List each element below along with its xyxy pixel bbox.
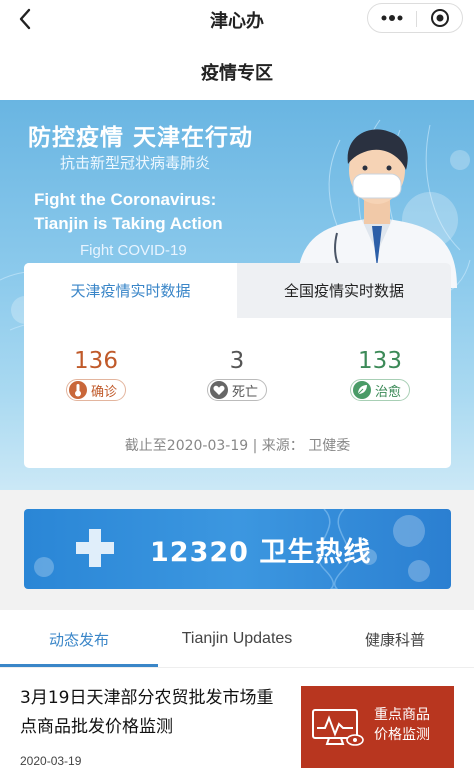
more-dots-icon	[381, 15, 403, 21]
top-bar: 津心办	[0, 0, 474, 40]
hotline-text: 12320 卫生热线	[150, 537, 372, 568]
article-list-item[interactable]: 3月19日天津部分农贸批发市场重点商品批发价格监测 2020-03-19 重点商…	[0, 668, 474, 781]
banner-subtitle-cn: 抗击新型冠状病毒肺炎	[60, 154, 211, 172]
thumbnail-text-line1: 重点商品	[374, 707, 430, 723]
page-title: 疫情专区	[201, 63, 273, 84]
stat-recovered-badge: 治愈	[349, 379, 410, 401]
epidemic-data-card: 天津疫情实时数据 全国疫情实时数据 136 确诊 3 死亡 133 治愈 截止至…	[24, 263, 451, 468]
stat-recovered-value: 133	[358, 348, 402, 374]
page-header: 疫情专区	[0, 40, 474, 100]
banner-title-cn: 防控疫情 天津在行动	[28, 125, 254, 151]
banner-subtitle-en: Fight COVID-19	[80, 242, 187, 259]
more-button[interactable]	[368, 4, 416, 32]
banner-title-en-line1: Fight the Coronavirus:	[34, 190, 217, 209]
medical-cross-icon	[76, 529, 114, 567]
target-close-icon	[431, 9, 449, 27]
stat-deaths: 3 死亡	[177, 347, 297, 401]
data-source-note: 截止至2020-03-19 | 来源： 卫健委	[124, 438, 351, 454]
thumbnail-text-line2: 价格监测	[374, 727, 430, 743]
tab-tianjin-data[interactable]: 天津疫情实时数据	[24, 263, 237, 318]
section-tabs: 动态发布 Tianjin Updates 健康科普	[0, 610, 474, 668]
stat-confirmed-badge: 确诊	[65, 379, 126, 401]
stat-recovered-label: 治愈	[374, 384, 401, 400]
close-mini-program-button[interactable]	[417, 4, 463, 32]
stat-deaths-badge: 死亡	[206, 379, 267, 401]
stat-deaths-label: 死亡	[231, 384, 258, 400]
heart-icon	[209, 381, 228, 399]
leaf-icon	[352, 381, 371, 399]
tab-updates-release[interactable]: 动态发布	[0, 610, 158, 668]
hotline-banner[interactable]: 12320 卫生热线	[24, 509, 451, 589]
banner-title-en: Fight the Coronavirus: Tianjin is Taking…	[34, 188, 223, 236]
banner-title-en-line2: Tianjin is Taking Action	[34, 214, 223, 233]
tab-health-knowledge[interactable]: 健康科普	[316, 610, 474, 668]
article-thumbnail: 重点商品 价格监测	[301, 686, 454, 768]
stat-confirmed: 136 确诊	[36, 347, 156, 401]
stat-confirmed-label: 确诊	[90, 384, 117, 400]
thermometer-icon	[68, 381, 87, 399]
article-title: 3月19日天津部分农贸批发市场重点商品批发价格监测	[20, 688, 274, 737]
tab-tianjin-updates[interactable]: Tianjin Updates	[158, 610, 316, 668]
tab-national-data[interactable]: 全国疫情实时数据	[237, 263, 451, 318]
stat-recovered: 133 治愈	[320, 347, 440, 401]
thumbnail-text: 重点商品 价格监测	[374, 705, 430, 745]
article-date: 2020-03-19	[20, 754, 82, 768]
active-tab-underline	[0, 664, 158, 667]
monitor-eye-icon	[312, 709, 364, 746]
stat-confirmed-value: 136	[74, 348, 118, 374]
hotline-section: 12320 卫生热线	[0, 490, 474, 610]
mini-program-capsule	[367, 3, 463, 33]
stat-deaths-value: 3	[229, 348, 245, 374]
